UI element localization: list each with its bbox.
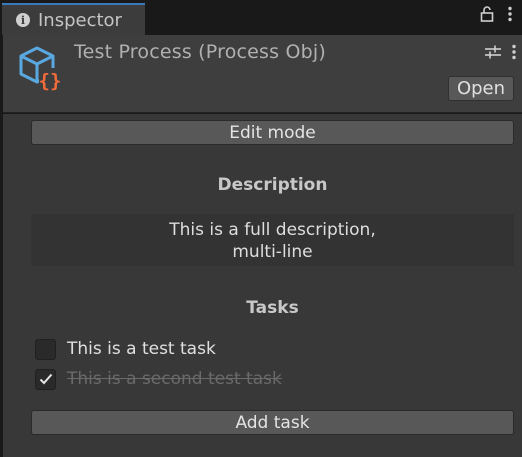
tab-bar: i Inspector (0, 0, 522, 35)
inspector-body: Edit mode Description This is a full des… (3, 114, 522, 457)
tab-label: Inspector (38, 9, 122, 31)
preset-sliders-icon[interactable] (484, 44, 502, 64)
kebab-menu-icon[interactable] (508, 6, 512, 22)
process-asset-icon: {} (17, 44, 65, 92)
description-line-2: multi-line (232, 242, 313, 262)
tab-actions (480, 6, 512, 22)
description-heading: Description (217, 175, 328, 195)
task-checkbox[interactable] (35, 338, 56, 360)
svg-text:{}: {} (39, 70, 62, 92)
task-row: This is a second test task (35, 368, 282, 390)
task-label: This is a test task (67, 339, 216, 359)
task-row: This is a test task (35, 338, 216, 360)
open-button[interactable]: Open (448, 76, 514, 101)
info-icon: i (16, 13, 30, 27)
kebab-menu-icon[interactable] (512, 44, 516, 64)
header-tools (484, 44, 516, 64)
task-checkbox[interactable] (35, 368, 56, 390)
tab-inspector[interactable]: i Inspector (2, 3, 145, 35)
inspector-header: {} Test Process (Process Obj) Open (3, 35, 522, 113)
add-task-button[interactable]: Add task (31, 410, 514, 435)
object-title: Test Process (Process Obj) (74, 41, 327, 63)
tasks-heading: Tasks (246, 298, 299, 318)
edit-mode-button[interactable]: Edit mode (31, 120, 514, 145)
description-text: This is a full description, multi-line (31, 214, 514, 266)
checkmark-icon (39, 373, 52, 385)
lock-icon[interactable] (480, 6, 494, 22)
description-line-1: This is a full description, (169, 220, 376, 240)
task-label: This is a second test task (67, 369, 282, 389)
